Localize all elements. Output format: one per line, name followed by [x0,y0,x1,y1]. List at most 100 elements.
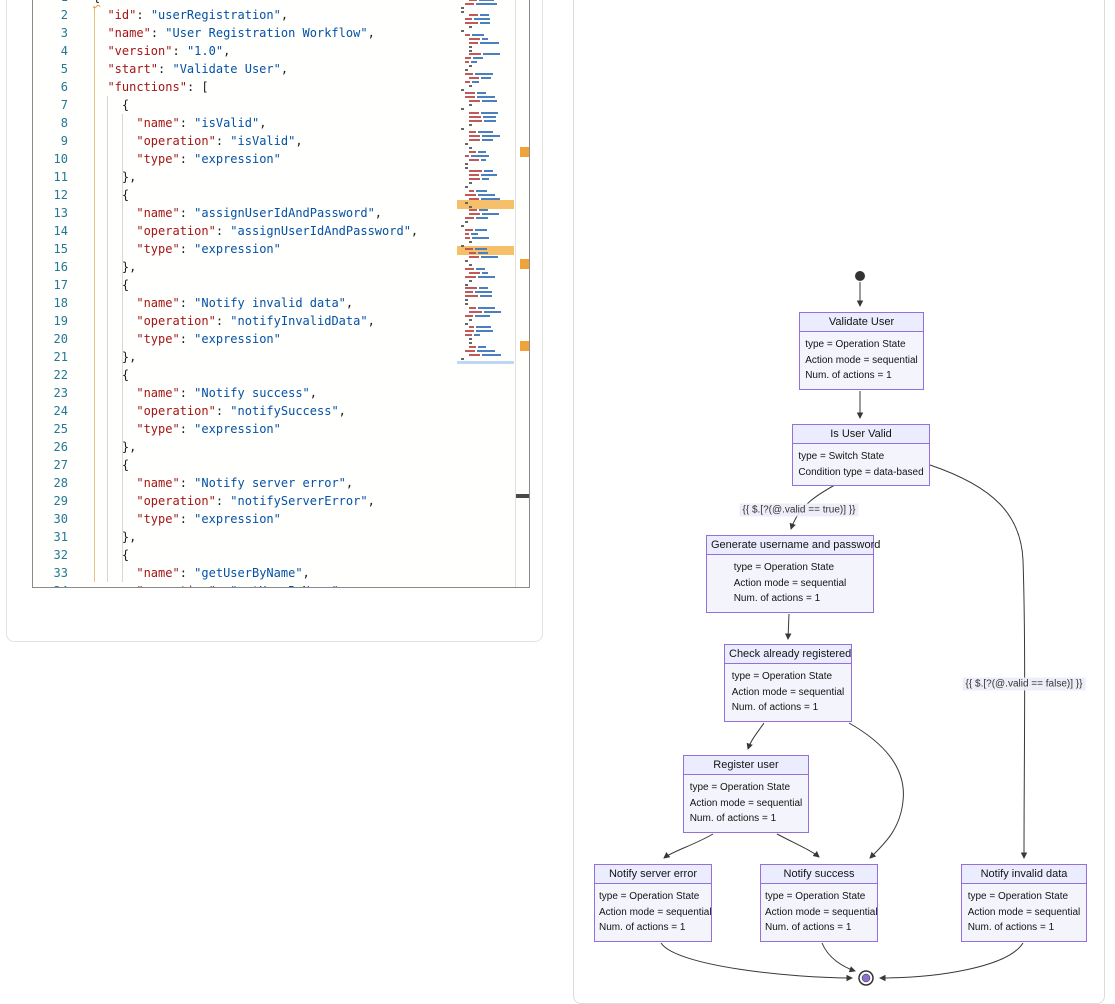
line-number: 9 [33,132,81,150]
minimap-line [469,50,472,52]
minimap-line [465,163,468,165]
edge-label-valid-false: {{ $.[?(@.valid == false)] }} [963,678,1086,691]
state-attribute: Num. of actions = 1 [734,591,847,607]
code-line[interactable]: "type": "expression" [93,420,418,438]
minimap-line [469,120,496,122]
code-line[interactable]: }, [93,258,418,276]
json-punct-token: : [180,152,194,166]
state-attribute: Condition type = data-based [798,465,923,481]
minimap-line [465,323,468,325]
ruler-match-mark [520,259,529,269]
minimap-line [469,354,501,356]
minimap[interactable] [457,0,514,587]
state-attribute: Action mode = sequential [599,905,712,921]
json-punct-token [93,44,107,58]
minimap-line [465,217,488,219]
state-node-notify-invalid-data[interactable]: Notify invalid data type = Operation Stat… [961,864,1087,942]
state-node-is-user-valid[interactable]: Is User Validtype = Switch StateConditio… [792,424,930,486]
json-punct-token [93,224,136,238]
code-line[interactable]: { [93,96,418,114]
code-line[interactable]: "functions": [ [93,78,418,96]
json-punct-token: : [180,242,194,256]
state-node-check-already-registered[interactable]: Check already registeredtype = Operation… [724,644,852,722]
json-value-token: "expression" [194,242,281,256]
code-line[interactable]: "name": "Notify success", [93,384,418,402]
code-line[interactable]: "name": "getUserByName", [93,564,418,582]
line-number: 19 [33,312,81,330]
minimap-line [469,346,486,348]
code-line[interactable]: "version": "1.0", [93,42,418,60]
code-line[interactable]: "type": "expression" [93,240,418,258]
minimap-line [465,315,490,317]
state-node-generate-username-and-password[interactable]: Generate username and passwordtype = Ope… [706,535,874,613]
minimap-line [469,241,472,243]
json-punct-token [93,494,136,508]
code-line[interactable]: "type": "expression" [93,330,418,348]
code-line[interactable]: }, [93,438,418,456]
code-line[interactable]: "start": "Validate User", [93,60,418,78]
json-punct-token: : [216,494,230,508]
state-title: Generate username and password [707,536,873,555]
state-title: Notify invalid data [962,865,1086,884]
code-line[interactable]: "operation": "assignUserIdAndPassword", [93,222,418,240]
state-node-validate-user[interactable]: Validate Usertype = Operation StateActio… [799,312,924,390]
code-line[interactable]: { [93,186,418,204]
json-punct-token: { [93,0,100,4]
code-line[interactable]: }, [93,528,418,546]
code-line[interactable]: { [93,366,418,384]
minimap-line [469,46,472,48]
code-line[interactable]: "operation": "notifyInvalidData", [93,312,418,330]
json-punct-token: { [93,188,129,202]
code-line[interactable]: { [93,546,418,564]
code-line[interactable]: "name": "assignUserIdAndPassword", [93,204,418,222]
state-attribute: Num. of actions = 1 [765,920,878,936]
minimap-line [469,280,472,282]
state-attribute: type = Operation State [968,889,1081,905]
code-line[interactable]: }, [93,168,418,186]
json-punct-token: : [180,116,194,130]
minimap-line [465,237,489,239]
line-number: 14 [33,222,81,240]
code-line[interactable]: { [93,276,418,294]
json-key-token: "id" [107,8,136,22]
json-key-token: "name" [136,476,179,490]
code-line[interactable]: "type": "expression" [93,510,418,528]
minimap-end-marker [457,361,514,364]
edge-label-valid-true: {{ $.[?(@.valid == true)] }} [740,504,859,517]
code-line[interactable]: "name": "Notify invalid data", [93,294,418,312]
json-punct-token: : [ [187,80,209,94]
state-node-register-user[interactable]: Register usertype = Operation StateActio… [683,755,809,833]
state-node-notify-success[interactable]: Notify successtype = Operation StateActi… [760,864,878,942]
code-line[interactable]: "type": "expression" [93,150,418,168]
json-key-token: "name" [136,566,179,580]
line-number: 16 [33,258,81,276]
code-line[interactable]: "operation": "isValid", [93,132,418,150]
json-punct-token [93,206,136,220]
code-line[interactable]: "operation": "notifySuccess", [93,402,418,420]
json-key-token: "type" [136,152,179,166]
edge-notifyinvalid-to-end [880,943,1023,978]
code-line[interactable]: }, [93,348,418,366]
minimap-line [461,11,464,13]
code-line[interactable]: "operation": "notifyServerError", [93,492,418,510]
json-punct-token: : [180,476,194,490]
minimap-line [465,92,486,94]
json-value-token: "expression" [194,152,281,166]
minimap-line [461,108,464,110]
json-punct-token: { [93,458,129,472]
code-line[interactable]: { [93,456,418,474]
code-line[interactable]: "name": "User Registration Workflow", [93,24,418,42]
state-body: type = Operation StateAction mode = sequ… [595,884,711,941]
state-title: Notify success [761,865,877,884]
line-number: 23 [33,384,81,402]
code-line[interactable]: "id": "userRegistration", [93,6,418,24]
state-attribute: type = Operation State [732,669,845,685]
minimap-line [465,81,479,83]
state-node-notify-server-error[interactable]: Notify server errortype = Operation Stat… [594,864,712,942]
code-line[interactable]: "name": "isValid", [93,114,418,132]
code-line[interactable]: "name": "Notify server error", [93,474,418,492]
end-node-dot [862,974,870,982]
json-key-token: "start" [107,62,158,76]
line-number: 11 [33,168,81,186]
overview-ruler[interactable] [515,0,529,587]
